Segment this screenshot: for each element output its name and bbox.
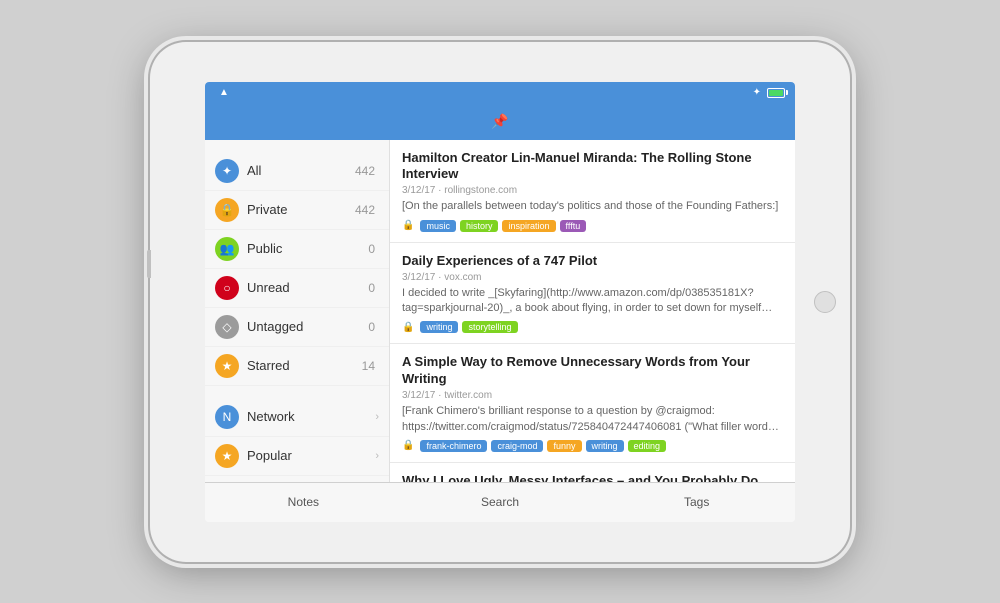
- article-preview: [On the parallels between today's politi…: [402, 199, 783, 214]
- sidebar-item-network[interactable]: N Network ›: [205, 398, 389, 437]
- status-right: ✦: [753, 87, 785, 98]
- all-icon: ✦: [215, 159, 239, 183]
- tags-row: 🔒 frank-chimero craig-mod funny writing editi…: [402, 440, 783, 452]
- ipad-screen: ▲ ✦ 📌: [205, 82, 795, 522]
- lock-icon: 🔒: [402, 322, 414, 333]
- private-icon: 🔒: [215, 198, 239, 222]
- tags-row: 🔒 music historyinspiration ffftu: [402, 220, 783, 232]
- network-label: Network: [247, 409, 375, 424]
- bluetooth-icon: ✦: [753, 87, 761, 98]
- private-count: 442: [355, 203, 375, 217]
- article-meta: 3/12/17 · rollingstone.com: [402, 185, 783, 196]
- home-button[interactable]: [814, 291, 836, 313]
- tag[interactable]: writing: [586, 440, 624, 452]
- sidebar-item-all[interactable]: ✦ All 442: [205, 152, 389, 191]
- tag[interactable]: frank-chimero: [420, 440, 487, 452]
- personal-section-title: [205, 140, 389, 152]
- lock-icon: 🔒: [402, 220, 414, 231]
- tab-tags[interactable]: Tags: [598, 489, 795, 515]
- article-title: Daily Experiences of a 747 Pilot: [402, 253, 783, 270]
- unread-icon: ○: [215, 276, 239, 300]
- lock-icon: 🔒: [402, 440, 414, 451]
- article-item[interactable]: A Simple Way to Remove Unnecessary Words…: [390, 344, 795, 463]
- article-item[interactable]: Daily Experiences of a 747 Pilot 3/12/17…: [390, 243, 795, 345]
- tag[interactable]: craig-mod: [491, 440, 543, 452]
- untagged-icon: ◇: [215, 315, 239, 339]
- community-section-title: [205, 386, 389, 398]
- sidebar-item-popular[interactable]: ★ Popular ›: [205, 437, 389, 476]
- sidebar: ✦ All 442 🔒 Private 442 👥 Public 0 ○ Unr…: [205, 140, 390, 482]
- article-title: Why I Love Ugly, Messy Interfaces – and …: [402, 473, 783, 482]
- tag[interactable]: ffftu: [560, 220, 587, 232]
- tab-search[interactable]: Search: [402, 489, 599, 515]
- article-meta: 3/12/17 · vox.com: [402, 272, 783, 283]
- public-label: Public: [247, 241, 368, 256]
- untagged-count: 0: [368, 320, 375, 334]
- starred-icon: ★: [215, 354, 239, 378]
- article-title: A Simple Way to Remove Unnecessary Words…: [402, 354, 783, 388]
- network-icon: N: [215, 405, 239, 429]
- community-items: N Network › ★ Popular › W Wikipedia › ♡ …: [205, 398, 389, 482]
- nav-bar: 📌: [205, 104, 795, 140]
- private-label: Private: [247, 202, 355, 217]
- wifi-icon: ▲: [219, 87, 229, 98]
- popular-icon: ★: [215, 444, 239, 468]
- popular-label: Popular: [247, 448, 375, 463]
- article-title: Hamilton Creator Lin-Manuel Miranda: The…: [402, 150, 783, 184]
- tag[interactable]: storytelling: [462, 321, 517, 333]
- article-preview: I decided to write _[Skyfaring](http://w…: [402, 286, 783, 317]
- ipad-frame: ▲ ✦ 📌: [150, 42, 850, 562]
- status-bar: ▲ ✦: [205, 82, 795, 104]
- sidebar-item-unread[interactable]: ○ Unread 0: [205, 269, 389, 308]
- unread-label: Unread: [247, 280, 368, 295]
- personal-items: ✦ All 442 🔒 Private 442 👥 Public 0 ○ Unr…: [205, 152, 389, 386]
- starred-count: 14: [362, 359, 375, 373]
- sidebar-item-untagged[interactable]: ◇ Untagged 0: [205, 308, 389, 347]
- browse-button[interactable]: 📌: [215, 113, 785, 130]
- tag[interactable]: writing: [420, 321, 458, 333]
- sidebar-item-public[interactable]: 👥 Public 0: [205, 230, 389, 269]
- tag[interactable]: editing: [628, 440, 667, 452]
- side-button: [147, 250, 151, 278]
- tab-notes[interactable]: Notes: [205, 489, 402, 515]
- article-meta: 3/12/17 · twitter.com: [402, 390, 783, 401]
- sidebar-item-private[interactable]: 🔒 Private 442: [205, 191, 389, 230]
- tag[interactable]: inspiration: [502, 220, 555, 232]
- tags-row: 🔒 writing storytelling: [402, 321, 783, 333]
- all-label: All: [247, 163, 355, 178]
- battery-fill: [769, 90, 783, 96]
- pin-icon: 📌: [491, 113, 508, 129]
- article-preview: [Frank Chimero's brilliant response to a…: [402, 404, 783, 435]
- starred-label: Starred: [247, 358, 362, 373]
- content-area: ✦ All 442 🔒 Private 442 👥 Public 0 ○ Unr…: [205, 140, 795, 482]
- tab-bar: NotesSearchTags: [205, 482, 795, 522]
- article-item[interactable]: Why I Love Ugly, Messy Interfaces – and …: [390, 463, 795, 482]
- article-list: Hamilton Creator Lin-Manuel Miranda: The…: [390, 140, 795, 482]
- network-chevron: ›: [375, 411, 379, 423]
- unread-count: 0: [368, 281, 375, 295]
- all-count: 442: [355, 164, 375, 178]
- battery-icon: [767, 88, 785, 98]
- public-icon: 👥: [215, 237, 239, 261]
- untagged-label: Untagged: [247, 319, 368, 334]
- public-count: 0: [368, 242, 375, 256]
- status-left: ▲: [215, 87, 229, 98]
- article-item[interactable]: Hamilton Creator Lin-Manuel Miranda: The…: [390, 140, 795, 243]
- tag[interactable]: history: [460, 220, 499, 232]
- sidebar-item-starred[interactable]: ★ Starred 14: [205, 347, 389, 386]
- popular-chevron: ›: [375, 450, 379, 462]
- tag[interactable]: music: [420, 220, 456, 232]
- tag[interactable]: funny: [547, 440, 581, 452]
